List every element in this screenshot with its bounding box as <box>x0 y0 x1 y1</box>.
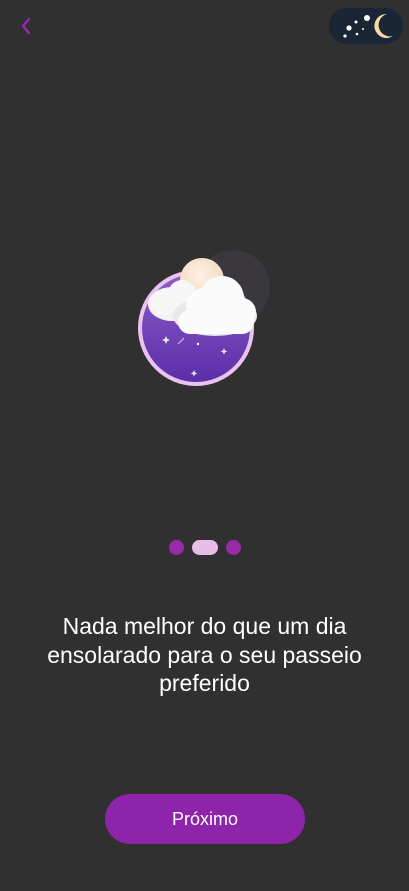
chevron-left-icon <box>21 17 31 35</box>
cloudy-night-icon <box>138 250 270 386</box>
back-button[interactable] <box>12 12 40 40</box>
onboarding-message: Nada melhor do que um dia ensolarado par… <box>47 613 362 696</box>
pager-dots <box>0 538 409 556</box>
pager-dot[interactable] <box>168 539 184 555</box>
next-button[interactable]: Próximo <box>105 794 305 844</box>
theme-toggle[interactable] <box>329 8 403 44</box>
pager-dot[interactable] <box>225 539 241 555</box>
pager-dot-active[interactable] <box>191 539 218 555</box>
weather-illustration <box>120 240 290 410</box>
moon-stars-icon <box>343 13 393 38</box>
